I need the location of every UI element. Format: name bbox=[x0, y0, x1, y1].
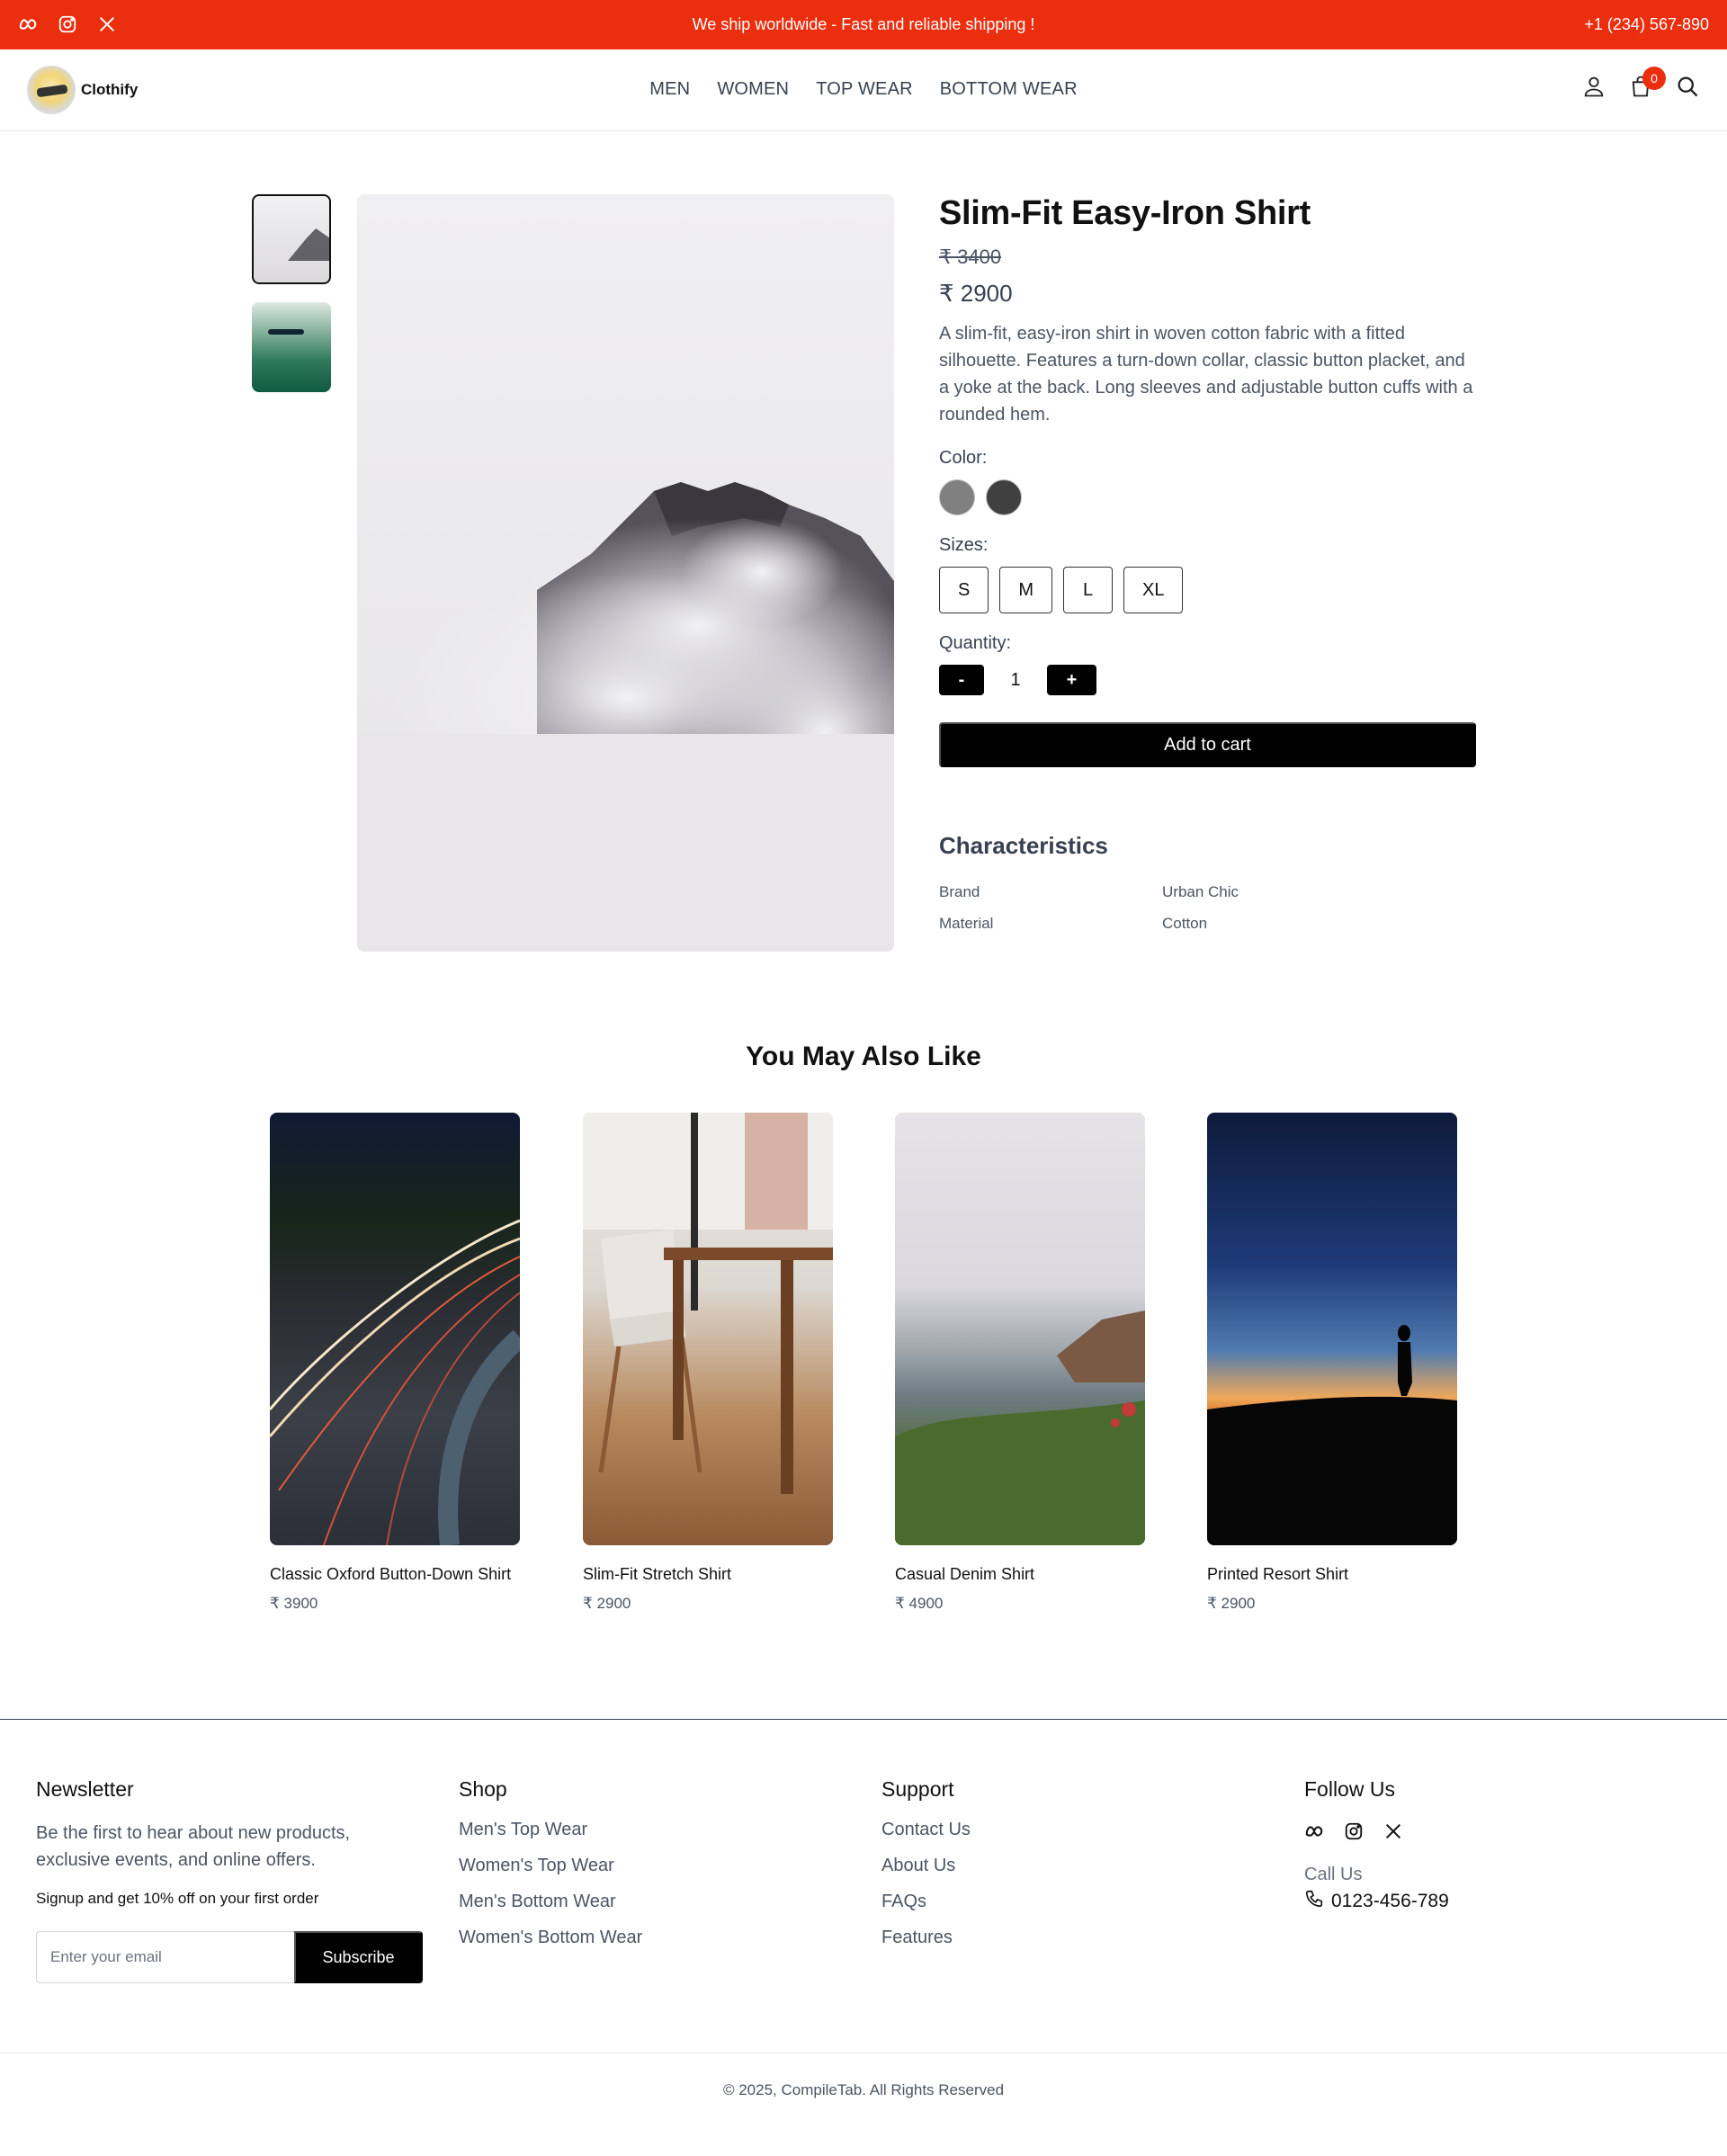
product-price: ₹ 2900 bbox=[1207, 1595, 1256, 1612]
product-description: A slim-fit, easy-iron shirt in woven cot… bbox=[939, 324, 1473, 425]
related-products-title: You May Also Like bbox=[746, 1042, 981, 1071]
copyright-text: © 2025, CompileTab. All Rights Reserved bbox=[722, 2081, 1005, 2098]
shop-column: Shop Men's Top Wear Women's Top Wear Men… bbox=[459, 1777, 642, 1964]
meta-icon[interactable] bbox=[1304, 1821, 1324, 1841]
footer-link-mens-top-wear[interactable]: Men's Top Wear bbox=[459, 1820, 642, 1856]
nav-women[interactable]: WOMEN bbox=[717, 79, 789, 100]
characteristics-title: Characteristics bbox=[939, 832, 1108, 859]
support-column: Support Contact Us About Us FAQs Feature… bbox=[881, 1777, 971, 1964]
quantity-stepper: - 1 + bbox=[939, 665, 1476, 695]
sale-price: ₹ 2900 bbox=[939, 280, 1013, 307]
shop-links: Men's Top Wear Women's Top Wear Men's Bo… bbox=[459, 1820, 642, 1964]
cart-icon[interactable]: 0 bbox=[1628, 67, 1666, 99]
thumbnail-1[interactable] bbox=[252, 194, 331, 284]
newsletter-form: Enter your email Subscribe bbox=[36, 1931, 423, 1983]
site-header: Clothify MEN WOMEN TOP WEAR BOTTOM WEAR … bbox=[0, 49, 1727, 131]
related-product-card[interactable]: Printed Resort Shirt ₹ 2900 bbox=[1207, 1113, 1457, 1613]
product-price: ₹ 2900 bbox=[583, 1595, 631, 1612]
follow-title: Follow Us bbox=[1304, 1777, 1395, 1801]
quantity-value: 1 bbox=[1010, 669, 1021, 690]
email-field[interactable]: Enter your email bbox=[36, 1931, 294, 1983]
newsletter-title: Newsletter bbox=[36, 1777, 134, 1801]
nav-top-wear[interactable]: TOP WEAR bbox=[816, 79, 913, 100]
nav-men[interactable]: MEN bbox=[649, 79, 690, 100]
product-image bbox=[583, 1113, 833, 1545]
footer-link-features[interactable]: Features bbox=[881, 1928, 971, 1964]
phone-number: 0123-456-789 bbox=[1331, 1891, 1449, 1911]
follow-column: Follow Us Call Us 0123-456-789 bbox=[1304, 1777, 1449, 1914]
characteristic-key: Material bbox=[939, 914, 994, 932]
footer-link-womens-top-wear[interactable]: Women's Top Wear bbox=[459, 1856, 642, 1892]
footer-link-about-us[interactable]: About Us bbox=[881, 1856, 971, 1892]
characteristics-table: Brand Urban Chic Material Cotton bbox=[939, 876, 1476, 939]
add-to-cart-button[interactable]: Add to cart bbox=[939, 722, 1476, 767]
sizes-label: Sizes: bbox=[939, 535, 989, 555]
color-options bbox=[939, 479, 1476, 515]
call-us-label: Call Us bbox=[1304, 1865, 1363, 1884]
newsletter-column: Newsletter Be the first to hear about ne… bbox=[36, 1777, 423, 1983]
phone-icon bbox=[1304, 1889, 1324, 1914]
product-info: Slim-Fit Easy-Iron Shirt ₹ 3400 ₹ 2900 A… bbox=[939, 194, 1476, 939]
instagram-icon[interactable] bbox=[1344, 1821, 1364, 1841]
size-button-m[interactable]: M bbox=[999, 567, 1053, 613]
product-price: ₹ 4900 bbox=[895, 1595, 944, 1612]
footer-link-faqs[interactable]: FAQs bbox=[881, 1892, 971, 1928]
footer-link-womens-bottom-wear[interactable]: Women's Bottom Wear bbox=[459, 1928, 642, 1964]
size-button-s[interactable]: S bbox=[939, 567, 989, 613]
product-price: ₹ 3900 bbox=[270, 1595, 318, 1612]
product-image bbox=[270, 1113, 520, 1545]
quantity-label: Quantity: bbox=[939, 633, 1012, 653]
product-image bbox=[1207, 1113, 1457, 1545]
thumbnail-2[interactable] bbox=[252, 302, 331, 392]
product-name[interactable]: Slim-Fit Stretch Shirt bbox=[583, 1563, 833, 1586]
shipping-promo: We ship worldwide - Fast and reliable sh… bbox=[692, 15, 1035, 33]
related-product-card[interactable]: Casual Denim Shirt ₹ 4900 bbox=[895, 1113, 1145, 1613]
characteristic-row: Material Cotton bbox=[939, 908, 1476, 939]
size-button-l[interactable]: L bbox=[1063, 567, 1114, 613]
related-product-card[interactable]: Classic Oxford Button-Down Shirt ₹ 3900 bbox=[270, 1113, 520, 1613]
topbar-phone: +1 (234) 567-890 bbox=[1584, 15, 1709, 33]
characteristic-value: Cotton bbox=[1162, 914, 1208, 932]
header-actions: 0 bbox=[1581, 67, 1700, 99]
size-options: S M L XL bbox=[939, 567, 1476, 613]
color-swatch-dark-gray[interactable] bbox=[986, 479, 1022, 515]
x-icon[interactable] bbox=[1383, 1821, 1403, 1841]
footer-link-mens-bottom-wear[interactable]: Men's Bottom Wear bbox=[459, 1892, 642, 1928]
nav-bottom-wear[interactable]: BOTTOM WEAR bbox=[940, 79, 1078, 100]
newsletter-offer: Signup and get 10% off on your first ord… bbox=[36, 1890, 319, 1907]
newsletter-text: Be the first to hear about new products,… bbox=[36, 1823, 351, 1870]
subscribe-button[interactable]: Subscribe bbox=[294, 1931, 423, 1983]
call-us-number[interactable]: 0123-456-789 bbox=[1304, 1889, 1449, 1914]
user-icon[interactable] bbox=[1581, 74, 1606, 99]
related-product-card[interactable]: Slim-Fit Stretch Shirt ₹ 2900 bbox=[583, 1113, 833, 1613]
footer-socials bbox=[1304, 1821, 1449, 1841]
increase-quantity-button[interactable]: + bbox=[1047, 665, 1096, 695]
characteristic-value: Urban Chic bbox=[1162, 882, 1239, 900]
footer-link-contact-us[interactable]: Contact Us bbox=[881, 1820, 971, 1856]
product-name[interactable]: Printed Resort Shirt bbox=[1207, 1563, 1457, 1586]
support-title: Support bbox=[881, 1777, 954, 1801]
footer-divider bbox=[0, 1719, 1727, 1720]
cart-count-badge: 0 bbox=[1642, 67, 1666, 90]
product-name[interactable]: Casual Denim Shirt bbox=[895, 1563, 1145, 1586]
product-name[interactable]: Classic Oxford Button-Down Shirt bbox=[270, 1563, 520, 1586]
main-product-image bbox=[357, 194, 894, 952]
main-nav: MEN WOMEN TOP WEAR BOTTOM WEAR bbox=[0, 79, 1727, 100]
size-button-xl[interactable]: XL bbox=[1123, 567, 1184, 613]
original-price: ₹ 3400 bbox=[939, 246, 1002, 268]
product-title: Slim-Fit Easy-Iron Shirt bbox=[939, 194, 1311, 232]
product-image bbox=[895, 1113, 1145, 1545]
product-thumbnails bbox=[252, 194, 331, 392]
color-swatch-gray[interactable] bbox=[939, 479, 975, 515]
announcement-bar: We ship worldwide - Fast and reliable sh… bbox=[0, 0, 1727, 49]
characteristic-key: Brand bbox=[939, 882, 980, 900]
support-links: Contact Us About Us FAQs Features bbox=[881, 1820, 971, 1964]
characteristic-row: Brand Urban Chic bbox=[939, 876, 1476, 908]
search-icon[interactable] bbox=[1675, 74, 1700, 99]
shop-title: Shop bbox=[459, 1777, 507, 1801]
color-label: Color: bbox=[939, 448, 988, 468]
decrease-quantity-button[interactable]: - bbox=[939, 665, 984, 695]
